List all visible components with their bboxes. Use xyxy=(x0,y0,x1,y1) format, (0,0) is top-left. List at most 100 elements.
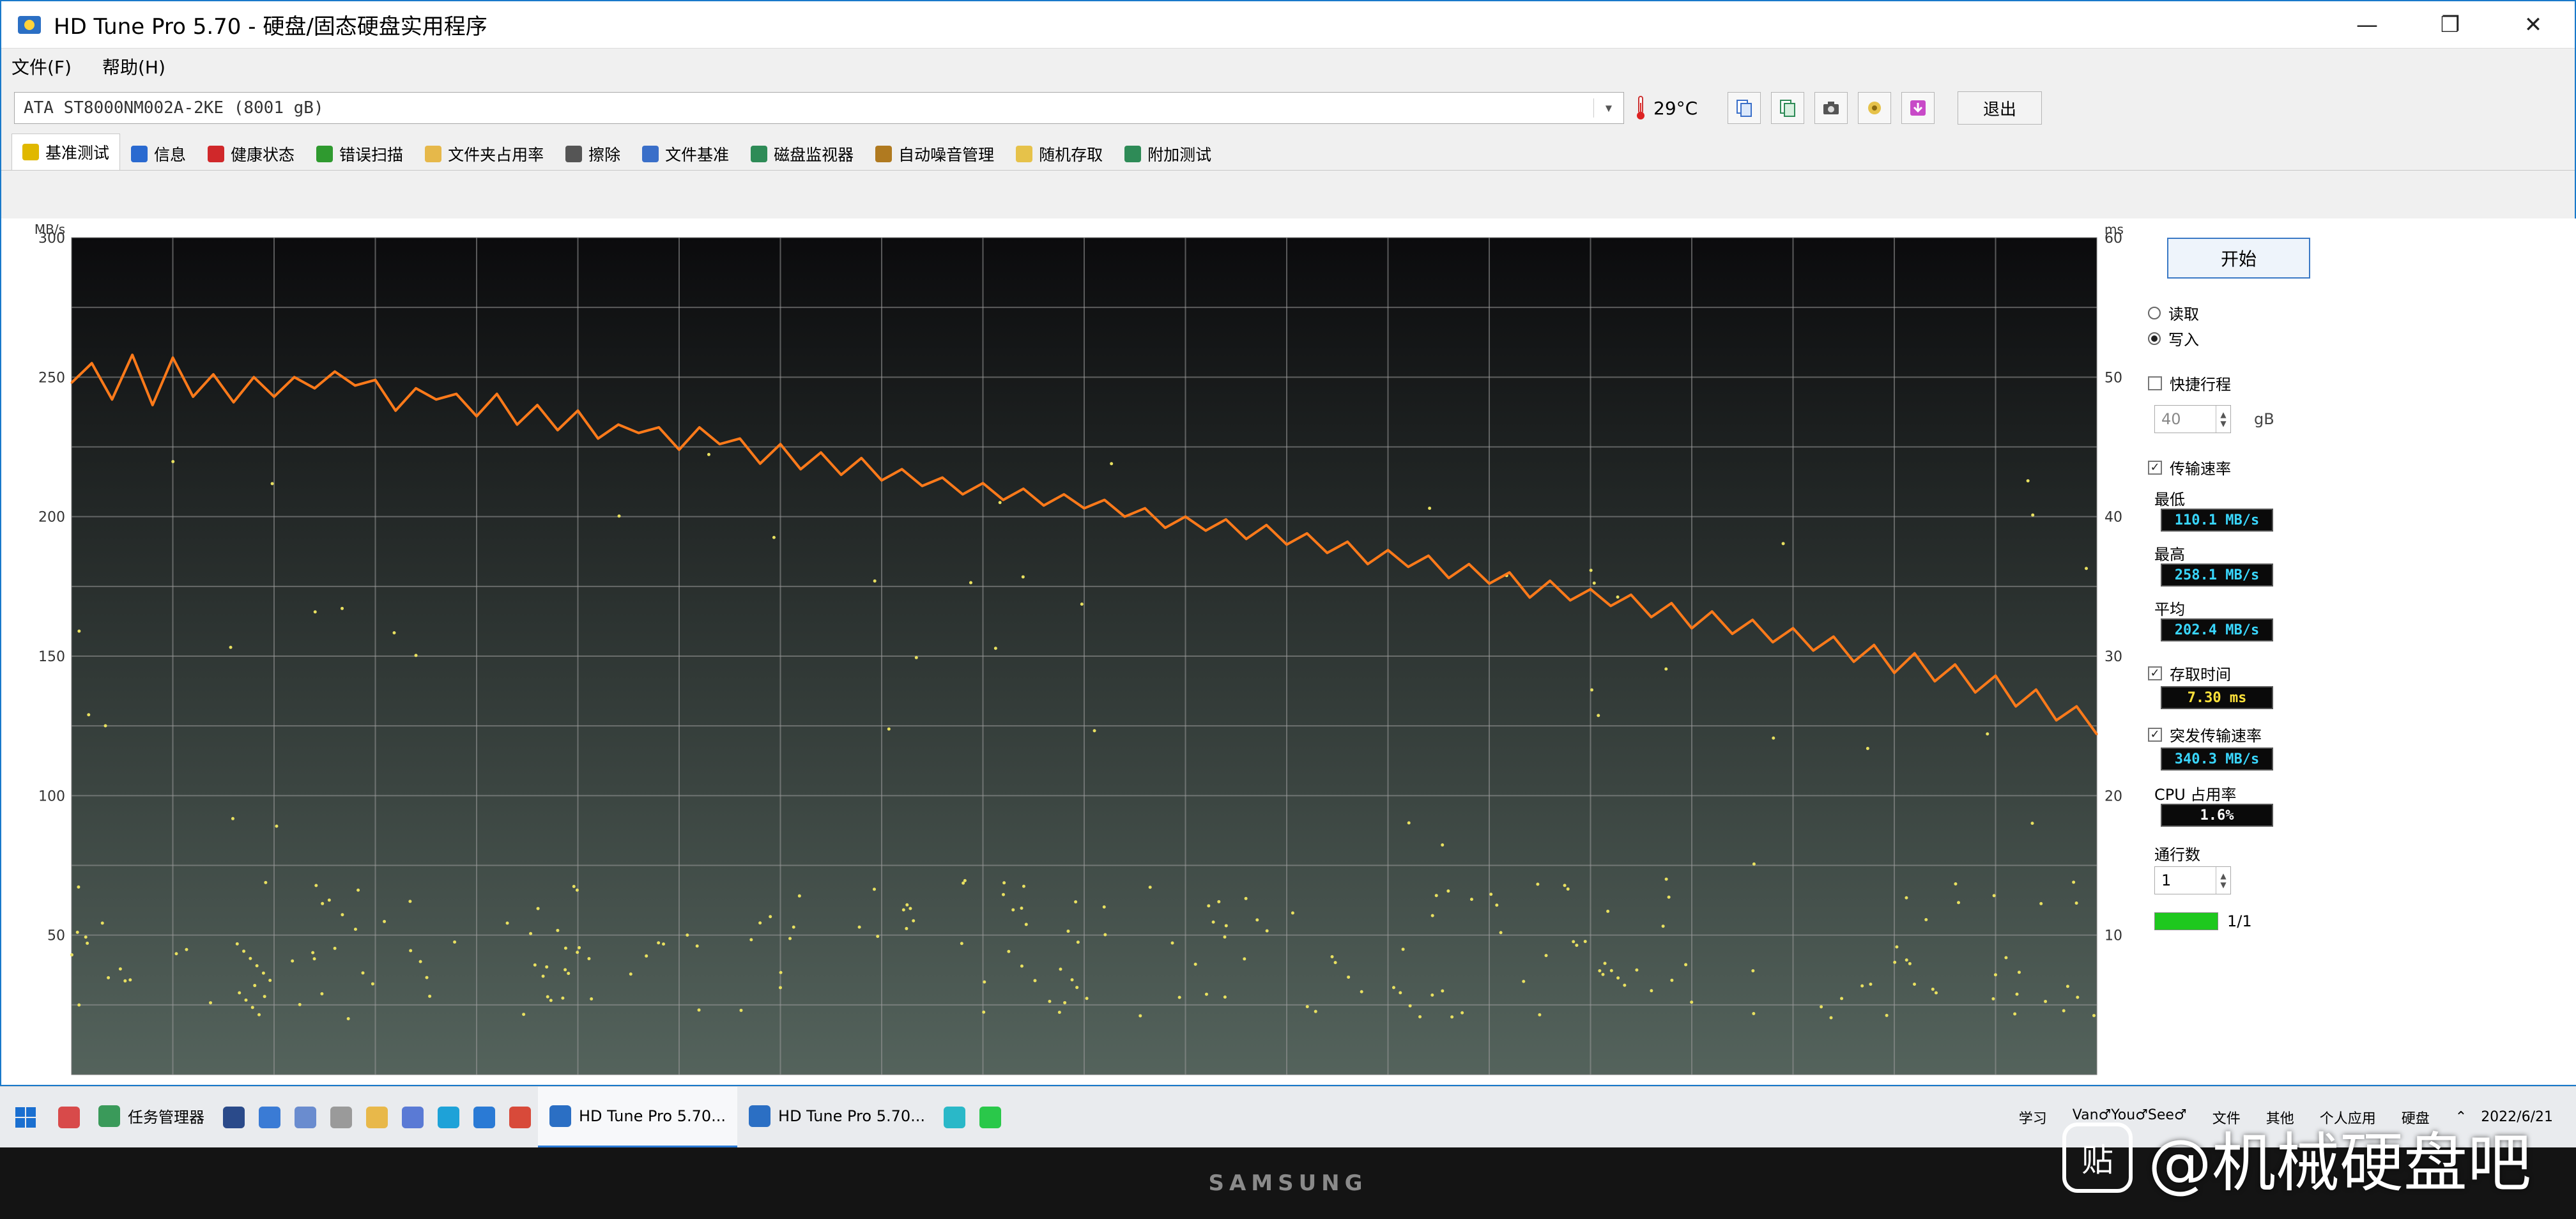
tab-2[interactable]: 健康状态 xyxy=(197,137,305,170)
access-time-checkbox[interactable]: ✓ xyxy=(2148,666,2162,680)
transfer-rate-point xyxy=(1670,602,1673,604)
access-time-point xyxy=(1934,991,1938,995)
read-radio[interactable] xyxy=(2148,306,2161,319)
taskbar-pinned-app[interactable] xyxy=(252,1087,288,1148)
taskbar-pinned-app[interactable] xyxy=(395,1087,431,1148)
access-time-point xyxy=(1601,972,1605,976)
access-time-point xyxy=(575,888,579,892)
access-time-point xyxy=(1905,958,1908,962)
start-menu-button[interactable] xyxy=(0,1087,51,1148)
menu-help[interactable]: 帮助(H) xyxy=(102,54,165,79)
access-time-point xyxy=(1434,894,1438,898)
tab-bar: 基准测试 信息 健康状态 错误扫描 文件夹占用率 擦除 文件基准 磁盘监视器 自动噪音管理 随机存… xyxy=(1,132,2575,171)
read-option[interactable]: 读取 xyxy=(2148,302,2199,324)
access-time-point xyxy=(291,959,295,963)
transfer-rate-point xyxy=(799,468,802,470)
access-time-point xyxy=(1885,1013,1889,1017)
tab-5[interactable]: 擦除 xyxy=(555,137,631,170)
taskbar-pinned-app[interactable] xyxy=(502,1087,538,1148)
taskbar-pinned-app[interactable] xyxy=(323,1087,359,1148)
write-option[interactable]: 写入 xyxy=(2148,327,2199,349)
access-time-point xyxy=(408,900,412,903)
taskbar-pinned-app[interactable] xyxy=(288,1087,323,1148)
write-radio[interactable] xyxy=(2148,332,2161,345)
exit-button[interactable]: 退出 xyxy=(1958,91,2042,125)
copy-all-button[interactable] xyxy=(1771,92,1804,124)
access-time-point xyxy=(103,724,107,728)
access-time-point xyxy=(797,894,801,898)
access-time-point xyxy=(298,1002,302,1006)
tab-1[interactable]: 信息 xyxy=(120,137,197,170)
tab-0[interactable]: 基准测试 xyxy=(12,134,121,170)
transfer-rate-point xyxy=(455,393,457,395)
copy-text-button[interactable] xyxy=(1728,92,1761,124)
access-time-point xyxy=(263,995,266,999)
taskbar-hdtune-2[interactable]: HD Tune Pro 5.70... xyxy=(737,1087,937,1148)
tab-label: 文件基准 xyxy=(665,146,730,164)
access-time-point xyxy=(86,941,89,945)
copy-all-icon xyxy=(1780,100,1795,117)
transfer-rate-point xyxy=(1630,594,1632,596)
transfer-rate-checkbox[interactable]: ✓ xyxy=(2148,460,2162,475)
chevron-down-icon[interactable]: ▾ xyxy=(1593,98,1623,118)
minimize-button[interactable]: — xyxy=(2326,1,2409,49)
transfer-rate-option[interactable]: ✓ 传输速率 xyxy=(2148,456,2231,479)
taskbar-pinned-app[interactable] xyxy=(972,1087,1008,1148)
taskbar-pinned-app[interactable] xyxy=(51,1087,87,1148)
short-stroke-input[interactable]: 40 ▲ ▼ xyxy=(2154,405,2231,433)
short-stroke-option[interactable]: 快捷行程 xyxy=(2148,372,2231,394)
save-button[interactable] xyxy=(1901,92,1935,124)
screenshot-button[interactable] xyxy=(1814,92,1848,124)
taskbar-toolbar-item[interactable]: 学习 xyxy=(2019,1107,2047,1128)
min-value: 110.1 MB/s xyxy=(2161,509,2273,532)
pass-progress-bar xyxy=(2154,912,2218,930)
access-time-option[interactable]: ✓ 存取时间 xyxy=(2148,662,2231,684)
transfer-rate-point xyxy=(2035,688,2037,691)
access-time-point xyxy=(1905,896,1908,900)
transfer-rate-point xyxy=(657,426,660,429)
access-time-point xyxy=(1207,904,1211,908)
transfer-rate-point xyxy=(698,426,701,429)
tieba-logo-icon: 贴 xyxy=(2062,1122,2133,1193)
access-time-point xyxy=(171,460,175,464)
access-time-point xyxy=(1840,997,1844,1000)
passes-input[interactable]: 1 ▲ ▼ xyxy=(2154,866,2231,894)
close-button[interactable]: ✕ xyxy=(2492,1,2575,49)
taskbar-pinned-app[interactable] xyxy=(359,1087,395,1148)
tab-6[interactable]: 文件基准 xyxy=(631,137,740,170)
drive-select[interactable]: ATA ST8000NM002A-2KE (8001 gB) ▾ xyxy=(14,92,1624,124)
clock-icon xyxy=(330,1106,352,1128)
access-time-point xyxy=(645,954,648,958)
menu-file[interactable]: 文件(F) xyxy=(12,54,72,79)
tab-10[interactable]: 附加测试 xyxy=(1114,137,1222,170)
taskbar-pinned-app[interactable] xyxy=(466,1087,502,1148)
access-time-point xyxy=(2017,970,2021,974)
taskbar-pinned-app[interactable] xyxy=(216,1087,252,1148)
spin-arrows-icon[interactable]: ▲ ▼ xyxy=(2216,867,2230,894)
burst-rate-option[interactable]: ✓ 突发传输速率 xyxy=(2148,723,2262,746)
start-button[interactable]: 开始 xyxy=(2167,238,2310,279)
options-button[interactable] xyxy=(1858,92,1891,124)
access-time-point xyxy=(123,979,127,983)
access-time-point xyxy=(327,898,331,902)
tab-9[interactable]: 随机存取 xyxy=(1005,137,1114,170)
tab-7[interactable]: 磁盘监视器 xyxy=(740,137,864,170)
taskbar-pinned-app[interactable] xyxy=(431,1087,466,1148)
tab-8[interactable]: 自动噪音管理 xyxy=(864,137,1005,170)
short-stroke-checkbox[interactable] xyxy=(2148,376,2162,390)
access-time-point xyxy=(1598,969,1602,973)
access-time-point xyxy=(788,937,792,940)
access-time-point xyxy=(1430,993,1434,997)
spin-arrows-icon[interactable]: ▲ ▼ xyxy=(2216,406,2230,433)
maximize-button[interactable]: ❐ xyxy=(2409,1,2492,49)
taskbar-hdtune-1[interactable]: HD Tune Pro 5.70... xyxy=(538,1086,738,1148)
taskbar-task-manager[interactable]: 任务管理器 xyxy=(87,1087,216,1148)
taskbar-pinned-app[interactable] xyxy=(937,1087,972,1148)
tab-3[interactable]: 错误扫描 xyxy=(305,137,414,170)
extra-tests-icon xyxy=(1124,146,1142,162)
access-time-point xyxy=(1664,877,1668,881)
burst-rate-checkbox[interactable]: ✓ xyxy=(2148,727,2162,742)
tab-4[interactable]: 文件夹占用率 xyxy=(414,137,555,170)
access-time-point xyxy=(1499,931,1503,935)
transfer-rate-point xyxy=(1083,507,1085,510)
